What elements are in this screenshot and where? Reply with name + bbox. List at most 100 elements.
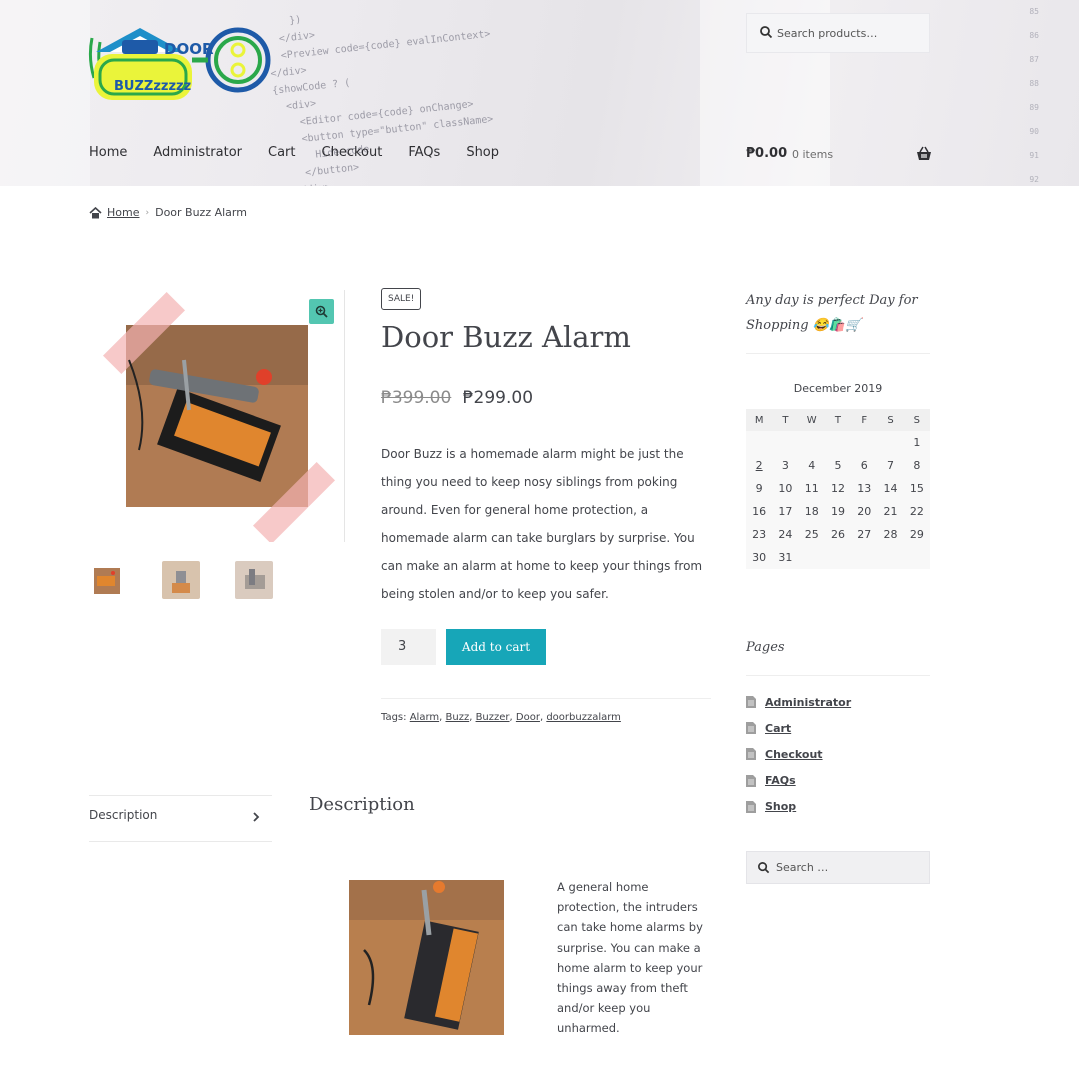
document-icon <box>746 800 756 813</box>
cart-item-count: 0 items <box>792 148 834 161</box>
page-link-administrator[interactable]: Administrator <box>765 696 851 709</box>
calendar-empty-cell <box>903 546 930 569</box>
tag-link[interactable]: Door <box>516 712 540 723</box>
calendar-weekday: M <box>746 409 773 431</box>
page-link-faqs[interactable]: FAQs <box>765 774 796 787</box>
calendar-day: 15 <box>903 477 930 500</box>
calendar-empty-cell <box>772 431 799 454</box>
calendar-day: 19 <box>824 500 852 523</box>
search-icon <box>758 862 770 874</box>
calendar-day: 18 <box>798 500 825 523</box>
page-link-checkout[interactable]: Checkout <box>765 748 823 761</box>
quantity-input[interactable]: 3 <box>381 629 436 665</box>
calendar-day: 10 <box>772 477 799 500</box>
calendar-weekday: F <box>851 409 878 431</box>
search-icon <box>760 26 773 39</box>
product-thumbnail[interactable] <box>162 561 200 599</box>
list-item: Shop <box>746 794 851 820</box>
product-thumbnail[interactable] <box>235 561 273 599</box>
site-logo[interactable]: DOOR BUZZzzzzz <box>88 18 273 102</box>
calendar-day: 28 <box>877 523 904 546</box>
divider <box>746 675 930 676</box>
home-icon <box>89 206 102 218</box>
calendar-day: 31 <box>772 546 799 569</box>
calendar-week: 1 <box>746 431 930 454</box>
tag-link[interactable]: Alarm <box>410 712 439 723</box>
calendar-empty-cell <box>877 431 904 454</box>
description-text: A general home protection, the intruders… <box>557 880 703 1036</box>
calendar-day: 3 <box>772 454 799 477</box>
calendar-empty-cell <box>798 546 825 569</box>
tag-link[interactable]: Buzz <box>446 712 470 723</box>
product-thumbnail[interactable] <box>89 561 127 599</box>
product-tags: Tags: Alarm, Buzz, Buzzer, Door, doorbuz… <box>381 712 621 723</box>
calendar-empty-cell <box>746 431 773 454</box>
calendar-day: 1 <box>903 431 930 454</box>
search-placeholder: Search … <box>776 861 829 874</box>
calendar-day: 14 <box>877 477 904 500</box>
document-icon <box>746 748 756 761</box>
calendar-day: 5 <box>824 454 852 477</box>
zoom-button[interactable] <box>309 299 334 324</box>
calendar-day: 21 <box>877 500 904 523</box>
calendar-weekday: S <box>903 409 930 431</box>
header-cart[interactable]: ₱0.00 0 items <box>746 146 932 166</box>
tags-label: Tags: <box>381 712 407 723</box>
nav-item-home[interactable]: Home <box>89 145 127 160</box>
search-placeholder: Search products… <box>777 27 878 40</box>
tag-link[interactable]: Buzzer <box>476 712 510 723</box>
calendar-weekday: S <box>877 409 904 431</box>
sidebar-promo-text: Any day is perfect Day for Shopping 😂🛍️🛒 <box>746 293 918 333</box>
calendar-empty-cell <box>877 546 904 569</box>
calendar-day: 24 <box>772 523 799 546</box>
pages-list: Administrator Cart Checkout FAQs Shop <box>746 689 851 820</box>
cart-amount: ₱0.00 <box>746 146 788 161</box>
sidebar-search-field[interactable]: Search … <box>746 851 930 884</box>
calendar-week: 2345678 <box>746 454 930 477</box>
add-to-cart-button[interactable]: Add to cart <box>446 629 546 665</box>
calendar-week: 9 10 11 12 13 14 15 <box>746 477 930 500</box>
nav-item-cart[interactable]: Cart <box>268 145 296 160</box>
nav-item-administrator[interactable]: Administrator <box>153 145 242 160</box>
breadcrumb: Home › Door Buzz Alarm <box>89 206 247 219</box>
header-background-line-numbers: 85 86 87 88 89 90 91 92 <box>1029 7 1039 184</box>
product-main-image[interactable] <box>89 290 345 545</box>
nav-item-faqs[interactable]: FAQs <box>408 145 440 160</box>
page-link-cart[interactable]: Cart <box>765 722 791 735</box>
calendar-day: 13 <box>851 477 878 500</box>
divider <box>89 841 272 842</box>
description-image <box>349 880 504 1035</box>
document-icon <box>746 722 756 735</box>
calendar-empty-cell <box>851 431 878 454</box>
document-icon <box>746 774 756 787</box>
calendar-day: 9 <box>746 477 773 500</box>
svg-text:BUZZzzzzz: BUZZzzzzz <box>114 79 191 94</box>
calendar-day: 26 <box>824 523 852 546</box>
product-thumbnails <box>89 561 308 599</box>
shopping-basket-icon <box>917 146 931 160</box>
primary-navigation: Home Administrator Cart Checkout FAQs Sh… <box>89 145 525 160</box>
calendar-day: 27 <box>851 523 878 546</box>
breadcrumb-home-link[interactable]: Home <box>107 206 139 219</box>
tab-description[interactable]: Description <box>89 808 272 822</box>
product-search-field[interactable]: Search products… <box>746 13 930 53</box>
calendar-day[interactable]: 2 <box>746 454 773 477</box>
calendar-week: 30 31 <box>746 546 930 569</box>
calendar-day: 12 <box>824 477 852 500</box>
page-link-shop[interactable]: Shop <box>765 800 796 813</box>
pages-widget-heading: Pages <box>746 640 785 655</box>
calendar-day: 29 <box>903 523 930 546</box>
nav-item-checkout[interactable]: Checkout <box>322 145 383 160</box>
calendar-day: 30 <box>746 546 773 569</box>
calendar-day: 16 <box>746 500 773 523</box>
calendar-weekday: T <box>824 409 852 431</box>
product-short-description: Door Buzz is a homemade alarm might be j… <box>381 447 703 601</box>
product-title: Door Buzz Alarm <box>381 320 631 354</box>
tag-link[interactable]: doorbuzzalarm <box>546 712 621 723</box>
nav-item-shop[interactable]: Shop <box>466 145 499 160</box>
calendar-day: 4 <box>798 454 825 477</box>
calendar-day: 25 <box>798 523 825 546</box>
calendar-week: 23 24 25 26 27 28 29 <box>746 523 930 546</box>
breadcrumb-separator: › <box>145 207 150 218</box>
calendar-day: 22 <box>903 500 930 523</box>
